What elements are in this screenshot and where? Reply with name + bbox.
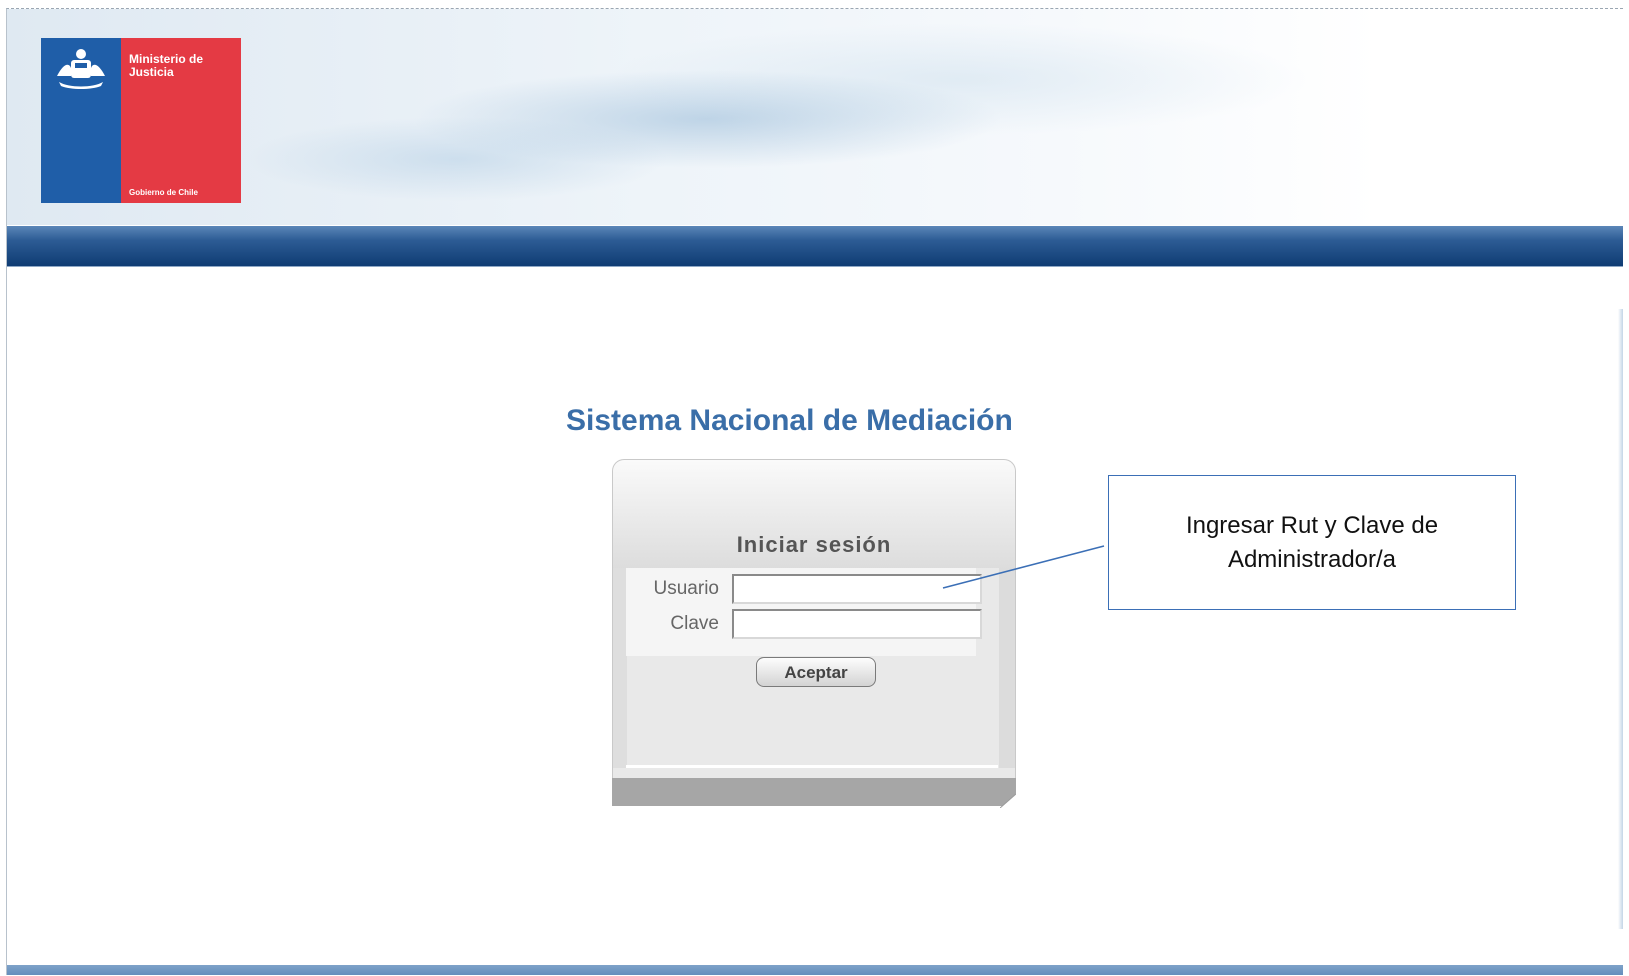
login-panel-footer: [612, 778, 1016, 806]
login-separator: [626, 765, 998, 768]
login-heading: Iniciar sesión: [736, 532, 892, 557]
instruction-callout: Ingresar Rut y Clave de Administrador/a: [1108, 475, 1516, 610]
callout-text: Ingresar Rut y Clave de Administrador/a: [1185, 511, 1439, 573]
footer-bar: [7, 965, 1623, 975]
password-label: Clave: [670, 613, 719, 634]
logo-red-panel: Ministerio de Justicia Gobierno de Chile: [121, 38, 241, 203]
login-form: Usuario Clave: [626, 568, 982, 656]
ministry-name: Ministerio de Justicia: [129, 52, 204, 79]
system-title: Sistema Nacional de Mediación: [566, 404, 1013, 437]
login-panel: Iniciar sesión Usuario Clave Aceptar: [612, 459, 1016, 809]
ministry-logo[interactable]: Ministerio de Justicia Gobierno de Chile: [41, 38, 241, 203]
password-input[interactable]: [732, 609, 982, 639]
government-name: Gobierno de Chile: [129, 188, 198, 197]
top-navbar: [7, 226, 1623, 267]
chile-coat-of-arms-icon: [57, 49, 105, 89]
accept-button[interactable]: Aceptar: [756, 657, 876, 687]
login-panel-left-edge: [613, 568, 627, 768]
logo-blue-panel: [41, 38, 121, 203]
user-label: Usuario: [653, 578, 719, 599]
page-curl-icon: [1000, 794, 1016, 808]
header-banner: Ministerio de Justicia Gobierno de Chile: [7, 9, 1623, 225]
login-panel-right-edge: [999, 568, 1015, 768]
user-input[interactable]: [732, 574, 982, 604]
window-edge-shadow: [1618, 309, 1623, 929]
